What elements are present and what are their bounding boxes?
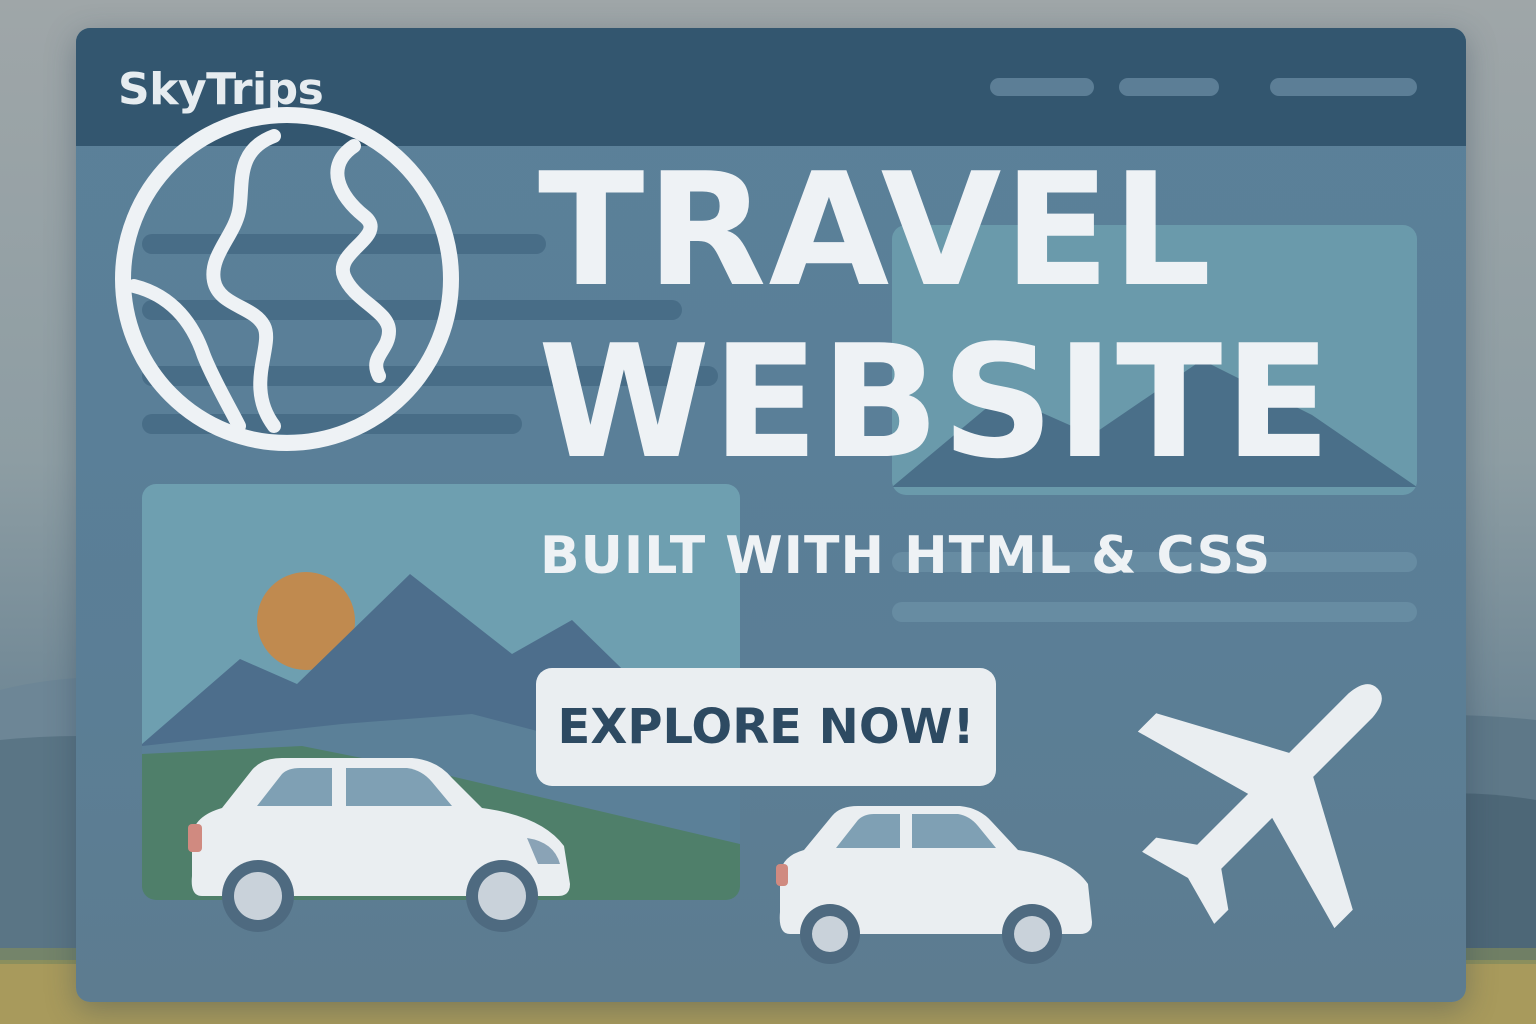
airplane-icon: [1137, 684, 1382, 929]
car-icon: [776, 806, 1092, 964]
hero-title-line2: WEBSITE: [538, 311, 1333, 493]
explore-now-button[interactable]: EXPLORE NOW!: [536, 668, 996, 786]
nav-item-2[interactable]: [1119, 78, 1219, 96]
globe-icon: [115, 107, 459, 451]
hero-title-line1: TRAVEL: [538, 139, 1214, 321]
browser-window: SkyTrips TRAVEL WEBSITE BUILT WITH HTML …: [76, 28, 1466, 1002]
nav-item-1[interactable]: [990, 78, 1094, 96]
hero-subtitle: BUILT WITH HTML & CSS: [540, 526, 1272, 586]
car-icon: [188, 758, 570, 932]
nav-item-3[interactable]: [1270, 78, 1417, 96]
placeholder-line: [892, 602, 1417, 622]
